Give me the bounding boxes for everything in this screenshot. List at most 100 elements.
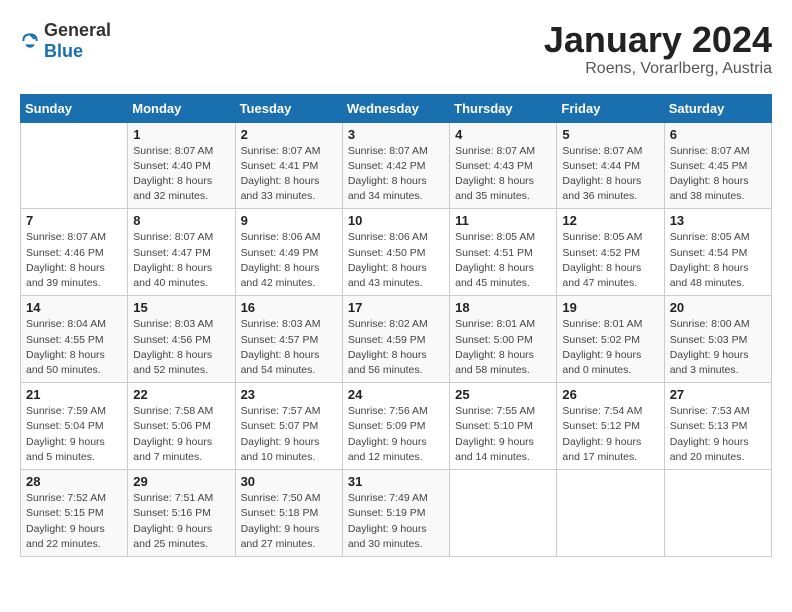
day-number: 17 [348, 300, 444, 315]
day-info: Sunrise: 8:05 AM Sunset: 4:54 PM Dayligh… [670, 230, 766, 291]
day-info: Sunrise: 7:56 AM Sunset: 5:09 PM Dayligh… [348, 404, 444, 465]
calendar-cell: 11 Sunrise: 8:05 AM Sunset: 4:51 PM Dayli… [450, 209, 557, 296]
calendar-table: Sunday Monday Tuesday Wednesday Thursday… [20, 94, 772, 557]
day-info: Sunrise: 8:03 AM Sunset: 4:57 PM Dayligh… [241, 317, 337, 378]
calendar-cell: 4 Sunrise: 8:07 AM Sunset: 4:43 PM Daylig… [450, 122, 557, 209]
col-friday: Friday [557, 94, 664, 122]
col-saturday: Saturday [664, 94, 771, 122]
calendar-cell: 2Sunrise: 8:07 AM Sunset: 4:41 PM Daylig… [235, 122, 342, 209]
day-info: Sunrise: 7:59 AM Sunset: 5:04 PM Dayligh… [26, 404, 122, 465]
day-number: 10 [348, 213, 444, 228]
day-info: Sunrise: 7:58 AM Sunset: 5:06 PM Dayligh… [133, 404, 229, 465]
page-header: General Blue January 2024 Roens, Vorarlb… [20, 20, 772, 78]
col-wednesday: Wednesday [342, 94, 449, 122]
day-number: 27 [670, 387, 766, 402]
calendar-cell: 30 Sunrise: 7:50 AM Sunset: 5:18 PM Dayli… [235, 470, 342, 557]
logo-general: General [44, 20, 111, 40]
day-number: 22 [133, 387, 229, 402]
day-number: 23 [241, 387, 337, 402]
day-info: Sunrise: 8:06 AM Sunset: 4:50 PM Dayligh… [348, 230, 444, 291]
calendar-cell: 23 Sunrise: 7:57 AM Sunset: 5:07 PM Dayli… [235, 383, 342, 470]
logo-text: General Blue [44, 20, 111, 62]
day-number: 26 [562, 387, 658, 402]
day-number: 16 [241, 300, 337, 315]
col-tuesday: Tuesday [235, 94, 342, 122]
calendar-cell: 5Sunrise: 8:07 AM Sunset: 4:44 PM Daylig… [557, 122, 664, 209]
calendar-cell: 3Sunrise: 8:07 AM Sunset: 4:42 PM Daylig… [342, 122, 449, 209]
calendar-cell: 29 Sunrise: 7:51 AM Sunset: 5:16 PM Dayli… [128, 470, 235, 557]
day-number: 11 [455, 213, 551, 228]
calendar-cell: 14Sunrise: 8:04 AM Sunset: 4:55 PM Dayli… [21, 296, 128, 383]
calendar-cell [664, 470, 771, 557]
day-number: 21 [26, 387, 122, 402]
day-number: 29 [133, 474, 229, 489]
day-number: 24 [348, 387, 444, 402]
day-number: 3 [348, 127, 444, 142]
day-number: 31 [348, 474, 444, 489]
calendar-cell: 22 Sunrise: 7:58 AM Sunset: 5:06 PM Dayli… [128, 383, 235, 470]
day-number: 20 [670, 300, 766, 315]
calendar-week-4: 28 Sunrise: 7:52 AM Sunset: 5:15 PM Dayli… [21, 470, 772, 557]
calendar-cell: 26Sunrise: 7:54 AM Sunset: 5:12 PM Dayli… [557, 383, 664, 470]
day-info: Sunrise: 8:04 AM Sunset: 4:55 PM Dayligh… [26, 317, 122, 378]
day-number: 5 [562, 127, 658, 142]
day-info: Sunrise: 8:06 AM Sunset: 4:49 PM Dayligh… [241, 230, 337, 291]
logo-icon [20, 31, 40, 51]
logo-blue: Blue [44, 41, 83, 61]
day-info: Sunrise: 8:07 AM Sunset: 4:43 PM Dayligh… [455, 144, 551, 205]
day-info: Sunrise: 7:52 AM Sunset: 5:15 PM Dayligh… [26, 491, 122, 552]
calendar-week-1: 7Sunrise: 8:07 AM Sunset: 4:46 PM Daylig… [21, 209, 772, 296]
day-number: 4 [455, 127, 551, 142]
day-number: 2 [241, 127, 337, 142]
day-number: 8 [133, 213, 229, 228]
calendar-week-0: 1 Sunrise: 8:07 AM Sunset: 4:40 PM Daylig… [21, 122, 772, 209]
day-number: 19 [562, 300, 658, 315]
calendar-cell: 9 Sunrise: 8:06 AM Sunset: 4:49 PM Daylig… [235, 209, 342, 296]
calendar-cell: 25Sunrise: 7:55 AM Sunset: 5:10 PM Dayli… [450, 383, 557, 470]
calendar-cell: 27Sunrise: 7:53 AM Sunset: 5:13 PM Dayli… [664, 383, 771, 470]
day-number: 6 [670, 127, 766, 142]
day-number: 18 [455, 300, 551, 315]
day-info: Sunrise: 8:05 AM Sunset: 4:51 PM Dayligh… [455, 230, 551, 291]
calendar-week-2: 14Sunrise: 8:04 AM Sunset: 4:55 PM Dayli… [21, 296, 772, 383]
calendar-cell: 6 Sunrise: 8:07 AM Sunset: 4:45 PM Daylig… [664, 122, 771, 209]
calendar-cell: 19 Sunrise: 8:01 AM Sunset: 5:02 PM Dayli… [557, 296, 664, 383]
calendar-cell: 28 Sunrise: 7:52 AM Sunset: 5:15 PM Dayli… [21, 470, 128, 557]
day-info: Sunrise: 7:51 AM Sunset: 5:16 PM Dayligh… [133, 491, 229, 552]
calendar-cell: 10 Sunrise: 8:06 AM Sunset: 4:50 PM Dayli… [342, 209, 449, 296]
col-monday: Monday [128, 94, 235, 122]
day-info: Sunrise: 8:00 AM Sunset: 5:03 PM Dayligh… [670, 317, 766, 378]
calendar-cell [450, 470, 557, 557]
calendar-cell: 1 Sunrise: 8:07 AM Sunset: 4:40 PM Daylig… [128, 122, 235, 209]
day-info: Sunrise: 8:01 AM Sunset: 5:02 PM Dayligh… [562, 317, 658, 378]
day-info: Sunrise: 7:57 AM Sunset: 5:07 PM Dayligh… [241, 404, 337, 465]
calendar-cell [557, 470, 664, 557]
calendar-cell: 15 Sunrise: 8:03 AM Sunset: 4:56 PM Dayli… [128, 296, 235, 383]
day-number: 13 [670, 213, 766, 228]
day-number: 30 [241, 474, 337, 489]
calendar-week-3: 21 Sunrise: 7:59 AM Sunset: 5:04 PM Dayli… [21, 383, 772, 470]
day-info: Sunrise: 8:07 AM Sunset: 4:40 PM Dayligh… [133, 144, 229, 205]
day-info: Sunrise: 7:49 AM Sunset: 5:19 PM Dayligh… [348, 491, 444, 552]
calendar-cell [21, 122, 128, 209]
day-info: Sunrise: 8:01 AM Sunset: 5:00 PM Dayligh… [455, 317, 551, 378]
title-block: January 2024 Roens, Vorarlberg, Austria [544, 20, 772, 78]
day-info: Sunrise: 8:02 AM Sunset: 4:59 PM Dayligh… [348, 317, 444, 378]
col-thursday: Thursday [450, 94, 557, 122]
col-sunday: Sunday [21, 94, 128, 122]
calendar-header: Sunday Monday Tuesday Wednesday Thursday… [21, 94, 772, 122]
day-info: Sunrise: 8:07 AM Sunset: 4:45 PM Dayligh… [670, 144, 766, 205]
calendar-cell: 16 Sunrise: 8:03 AM Sunset: 4:57 PM Dayli… [235, 296, 342, 383]
day-number: 15 [133, 300, 229, 315]
day-number: 28 [26, 474, 122, 489]
day-info: Sunrise: 7:50 AM Sunset: 5:18 PM Dayligh… [241, 491, 337, 552]
calendar-body: 1 Sunrise: 8:07 AM Sunset: 4:40 PM Daylig… [21, 122, 772, 556]
day-number: 9 [241, 213, 337, 228]
calendar-cell: 24 Sunrise: 7:56 AM Sunset: 5:09 PM Dayli… [342, 383, 449, 470]
calendar-cell: 7Sunrise: 8:07 AM Sunset: 4:46 PM Daylig… [21, 209, 128, 296]
day-info: Sunrise: 7:55 AM Sunset: 5:10 PM Dayligh… [455, 404, 551, 465]
day-number: 1 [133, 127, 229, 142]
calendar-cell: 18 Sunrise: 8:01 AM Sunset: 5:00 PM Dayli… [450, 296, 557, 383]
day-info: Sunrise: 8:03 AM Sunset: 4:56 PM Dayligh… [133, 317, 229, 378]
calendar-cell: 20 Sunrise: 8:00 AM Sunset: 5:03 PM Dayli… [664, 296, 771, 383]
